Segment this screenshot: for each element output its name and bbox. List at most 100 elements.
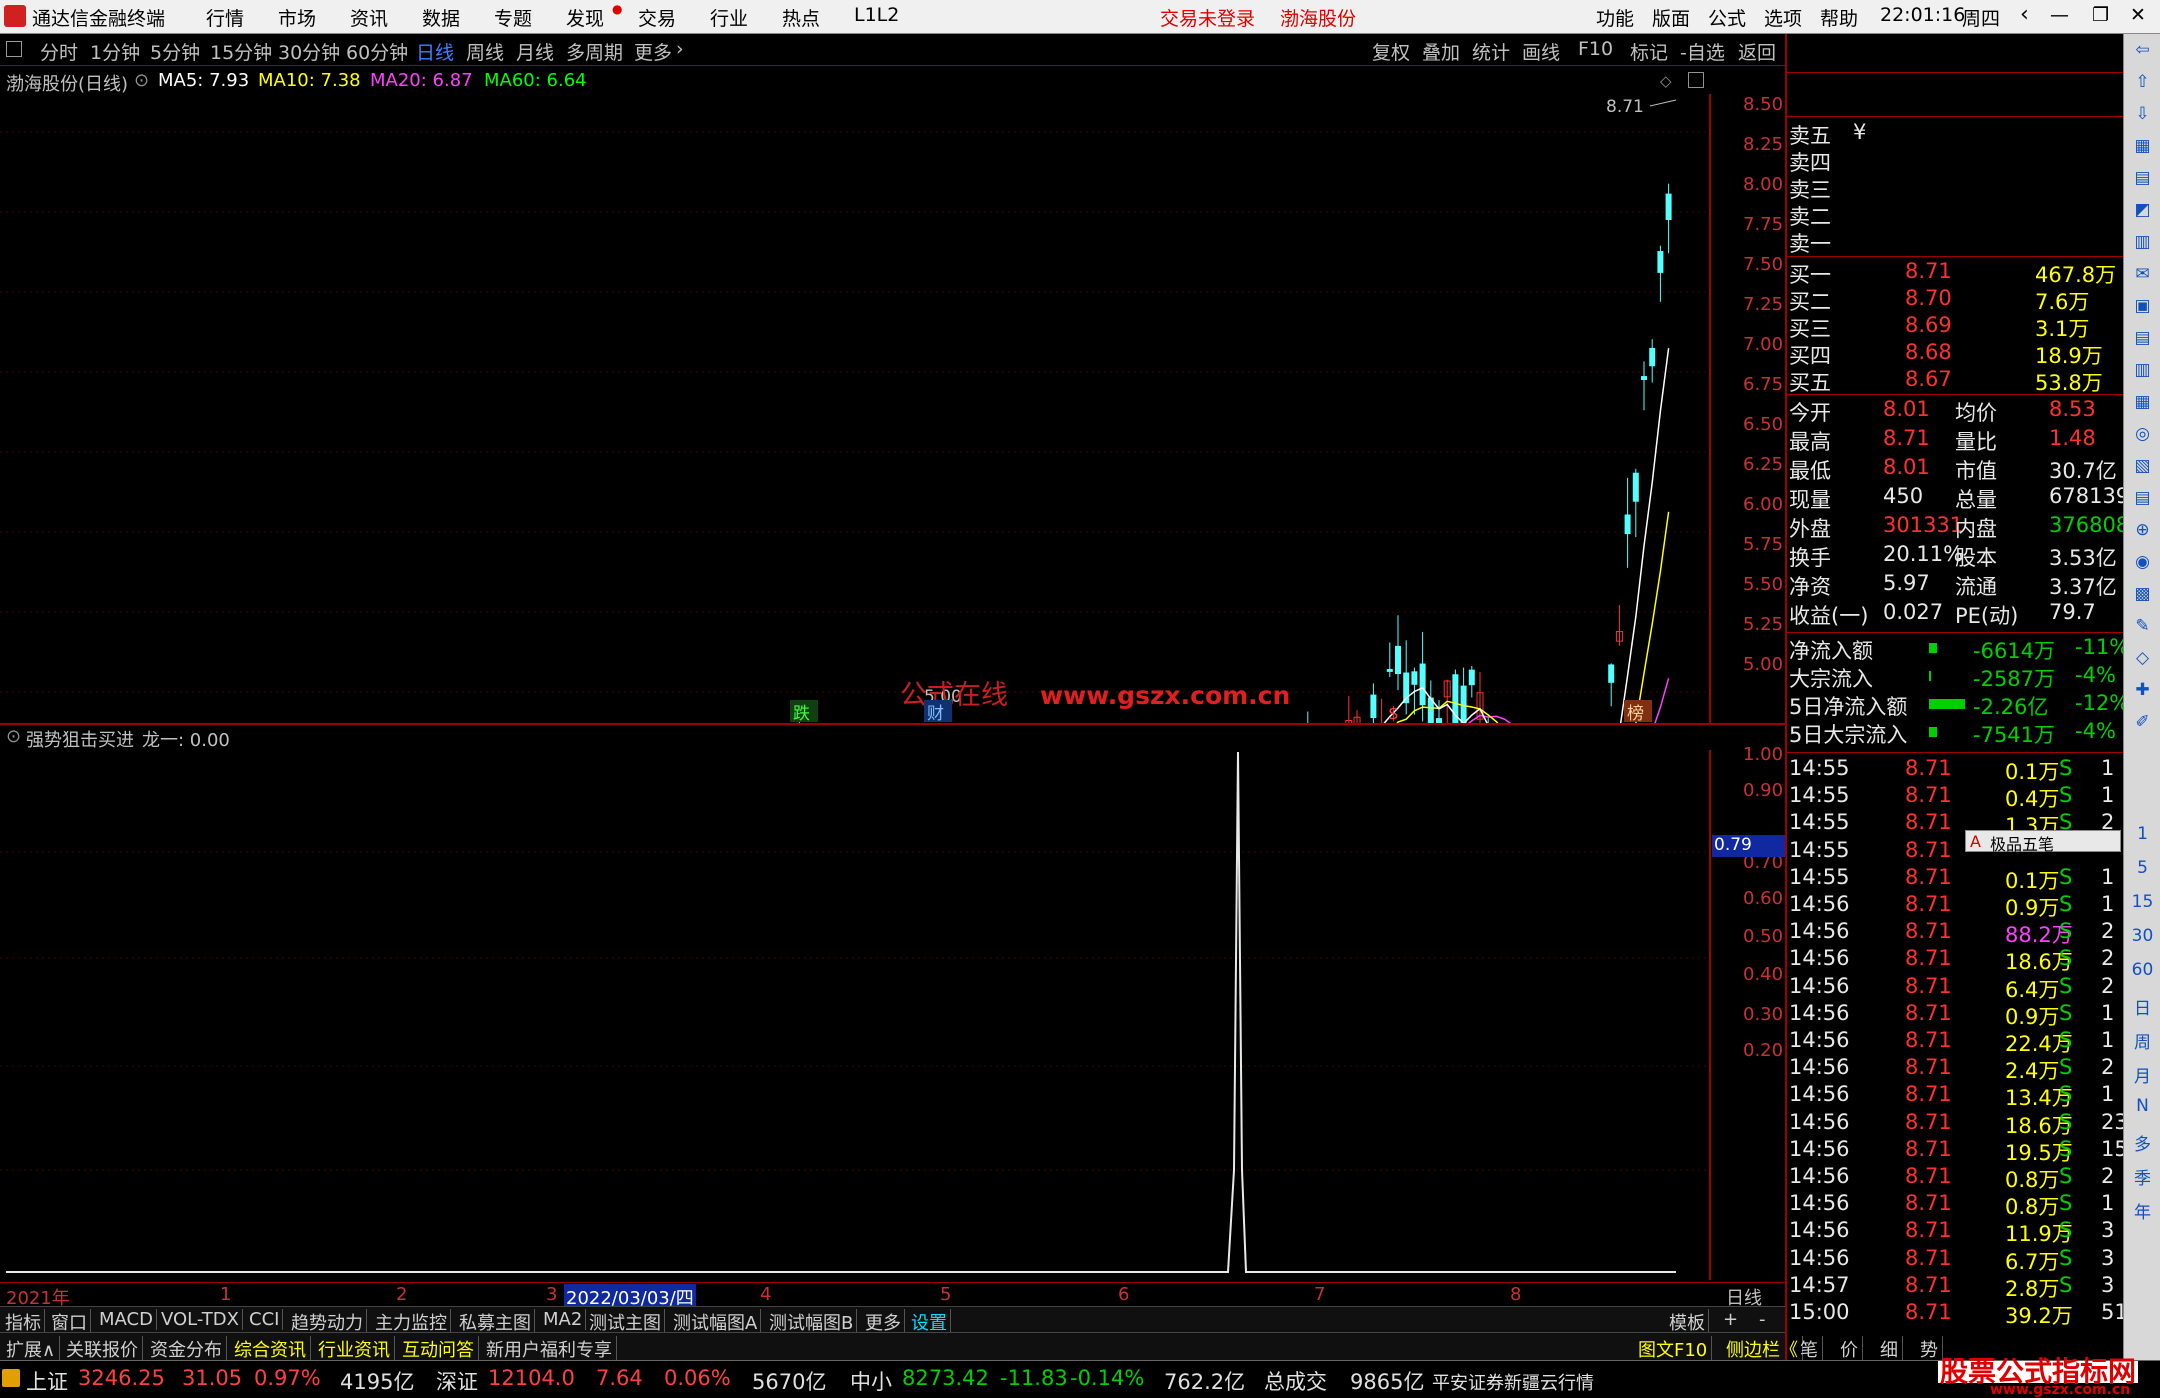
menu-l1l2[interactable]: L1L2 bbox=[854, 4, 899, 26]
sh-label[interactable]: 上证 bbox=[26, 1366, 68, 1396]
tool-icon[interactable]: ✎ bbox=[2124, 616, 2160, 636]
tool-icon[interactable]: ✚ bbox=[2124, 680, 2160, 700]
btn-fanhui[interactable]: 返回 bbox=[1738, 38, 1776, 65]
tool-icon[interactable]: ▤ bbox=[2124, 488, 2160, 508]
menu-gongshi[interactable]: 公式 bbox=[1708, 4, 1746, 31]
btn-zixuan[interactable]: -自选 bbox=[1680, 38, 1725, 65]
tool-icon[interactable]: ✐ bbox=[2124, 712, 2160, 732]
sz-label[interactable]: 深证 bbox=[436, 1366, 478, 1396]
menu-banmian[interactable]: 版面 bbox=[1652, 4, 1690, 31]
tool-icon[interactable]: ◎ bbox=[2124, 424, 2160, 444]
restore-icon[interactable]: ❐ bbox=[2092, 4, 2109, 26]
period-more[interactable]: 更多 bbox=[634, 38, 672, 65]
login-status[interactable]: 交易未登录 bbox=[1160, 4, 1255, 31]
period-shortcut[interactable]: 多 bbox=[2124, 1130, 2160, 1155]
tool-icon[interactable]: ▦ bbox=[2124, 392, 2160, 412]
window-icon[interactable] bbox=[1688, 72, 1704, 88]
tool-icon[interactable]: ◇ bbox=[2124, 648, 2160, 668]
marker-bang[interactable]: 榜 bbox=[1627, 704, 1644, 724]
tab-macd[interactable]: MACD bbox=[96, 1309, 157, 1330]
tool-icon[interactable]: ⇦ bbox=[2124, 40, 2160, 60]
btn-huaxian[interactable]: 画线 bbox=[1522, 38, 1560, 65]
tab-cci[interactable]: CCI bbox=[246, 1309, 284, 1330]
tool-icon[interactable]: ⇩ bbox=[2124, 104, 2160, 124]
tool-icon[interactable]: ◉ bbox=[2124, 552, 2160, 572]
period-shortcut[interactable]: 季 bbox=[2124, 1164, 2160, 1189]
menu-shuju[interactable]: 数据 bbox=[422, 4, 460, 31]
menu-jiaoyi[interactable]: 交易 bbox=[638, 4, 676, 31]
period-60min[interactable]: 60分钟 bbox=[346, 38, 408, 65]
tool-icon[interactable]: ⇧ bbox=[2124, 72, 2160, 92]
tool-icon[interactable]: ▥ bbox=[2124, 360, 2160, 380]
tab-expand[interactable]: 扩展∧ bbox=[2, 1336, 61, 1362]
indicator-dropdown-icon[interactable]: ⊙ bbox=[6, 726, 21, 747]
tab-zonghe[interactable]: 综合资讯 bbox=[230, 1336, 311, 1362]
period-1min[interactable]: 1分钟 bbox=[90, 38, 140, 65]
menu-zhuanti[interactable]: 专题 bbox=[494, 4, 532, 31]
btn-tongji[interactable]: 统计 bbox=[1472, 38, 1510, 65]
period-shortcut[interactable]: 1 bbox=[2124, 824, 2160, 844]
status-icon[interactable] bbox=[2, 1369, 20, 1387]
tab-zijin[interactable]: 资金分布 bbox=[146, 1336, 227, 1362]
period-30min[interactable]: 30分钟 bbox=[278, 38, 340, 65]
menu-gongneng[interactable]: 功能 bbox=[1596, 4, 1634, 31]
period-shortcut[interactable]: 日 bbox=[2124, 994, 2160, 1019]
period-daily[interactable]: 日线 bbox=[416, 38, 454, 65]
tab-hudong[interactable]: 互动问答 bbox=[398, 1336, 479, 1362]
period-shortcut[interactable]: 30 bbox=[2124, 926, 2160, 946]
tab-tuwen-f10[interactable]: 图文F10 bbox=[1634, 1336, 1713, 1362]
period-shortcut[interactable]: N bbox=[2124, 1096, 2160, 1116]
tool-icon[interactable]: ▣ bbox=[2124, 296, 2160, 316]
indicator-chart[interactable] bbox=[0, 750, 1715, 1280]
period-shortcut[interactable]: 月 bbox=[2124, 1062, 2160, 1087]
back-arrow-icon[interactable]: ‹ bbox=[2020, 2, 2029, 27]
dropdown-icon[interactable]: ⊙ bbox=[134, 70, 149, 91]
btn-f10[interactable]: F10 bbox=[1578, 38, 1613, 60]
ime-popup[interactable]: A 极品五笔 bbox=[1965, 830, 2121, 854]
period-shortcut[interactable]: 年 bbox=[2124, 1198, 2160, 1223]
period-shortcut[interactable]: 5 bbox=[2124, 858, 2160, 878]
btn-diejia[interactable]: 叠加 bbox=[1422, 38, 1460, 65]
marker-die[interactable]: 跌 bbox=[793, 704, 810, 724]
period-monthly[interactable]: 月线 bbox=[516, 38, 554, 65]
tab-plus[interactable]: + bbox=[1720, 1309, 1741, 1330]
tool-icon[interactable]: ▩ bbox=[2124, 584, 2160, 604]
tab-minus[interactable]: - bbox=[1756, 1309, 1769, 1330]
tool-icon[interactable]: ▥ bbox=[2124, 232, 2160, 252]
period-shortcut[interactable]: 周 bbox=[2124, 1028, 2160, 1053]
chevron-right-icon[interactable]: › bbox=[676, 38, 684, 60]
tool-icon[interactable]: ◩ bbox=[2124, 200, 2160, 220]
btn-fuquan[interactable]: 复权 bbox=[1372, 38, 1410, 65]
tool-icon[interactable]: ▦ bbox=[2124, 136, 2160, 156]
minimize-icon[interactable]: — bbox=[2050, 4, 2069, 26]
menu-zixun[interactable]: 资讯 bbox=[350, 4, 388, 31]
period-shortcut[interactable]: 15 bbox=[2124, 892, 2160, 912]
tool-icon[interactable]: ✉ bbox=[2124, 264, 2160, 284]
tool-icon[interactable]: ▧ bbox=[2124, 456, 2160, 476]
marker-cai[interactable]: 财 bbox=[927, 704, 944, 724]
tab-vol-tdx[interactable]: VOL-TDX bbox=[158, 1309, 243, 1330]
candlestick-chart[interactable]: 8.71 5.00 公式在线 www.gszx.com.cn 跌 财 $ 榜 bbox=[0, 94, 1715, 724]
menu-hangye[interactable]: 行业 bbox=[710, 4, 748, 31]
menu-shichang[interactable]: 市场 bbox=[278, 4, 316, 31]
period-5min[interactable]: 5分钟 bbox=[150, 38, 200, 65]
menu-hangqing[interactable]: 行情 bbox=[206, 4, 244, 31]
marker-dollar[interactable]: $ bbox=[1388, 704, 1399, 724]
ime-icon[interactable]: A bbox=[1970, 832, 1981, 851]
panel-toggle-icon[interactable] bbox=[6, 41, 22, 57]
tool-icon[interactable]: ⊕ bbox=[2124, 520, 2160, 540]
tab-guanlian[interactable]: 关联报价 bbox=[62, 1336, 143, 1362]
menu-bangzhu[interactable]: 帮助 bbox=[1820, 4, 1858, 31]
diamond-icon[interactable]: ◇ bbox=[1660, 72, 1672, 90]
period-multi[interactable]: 多周期 bbox=[566, 38, 623, 65]
close-icon[interactable]: ✕ bbox=[2130, 4, 2146, 26]
menu-redian[interactable]: 热点 bbox=[782, 4, 820, 31]
menu-faxian[interactable]: 发现 bbox=[566, 4, 604, 31]
tab-hangye-zixun[interactable]: 行业资讯 bbox=[314, 1336, 395, 1362]
period-shortcut[interactable]: 60 bbox=[2124, 960, 2160, 980]
tab-ma2[interactable]: MA2 bbox=[540, 1309, 587, 1330]
menu-xuanxiang[interactable]: 选项 bbox=[1764, 4, 1802, 31]
tool-icon[interactable]: ▤ bbox=[2124, 328, 2160, 348]
zx-label[interactable]: 中小 bbox=[850, 1366, 892, 1396]
tool-icon[interactable]: ▤ bbox=[2124, 168, 2160, 188]
